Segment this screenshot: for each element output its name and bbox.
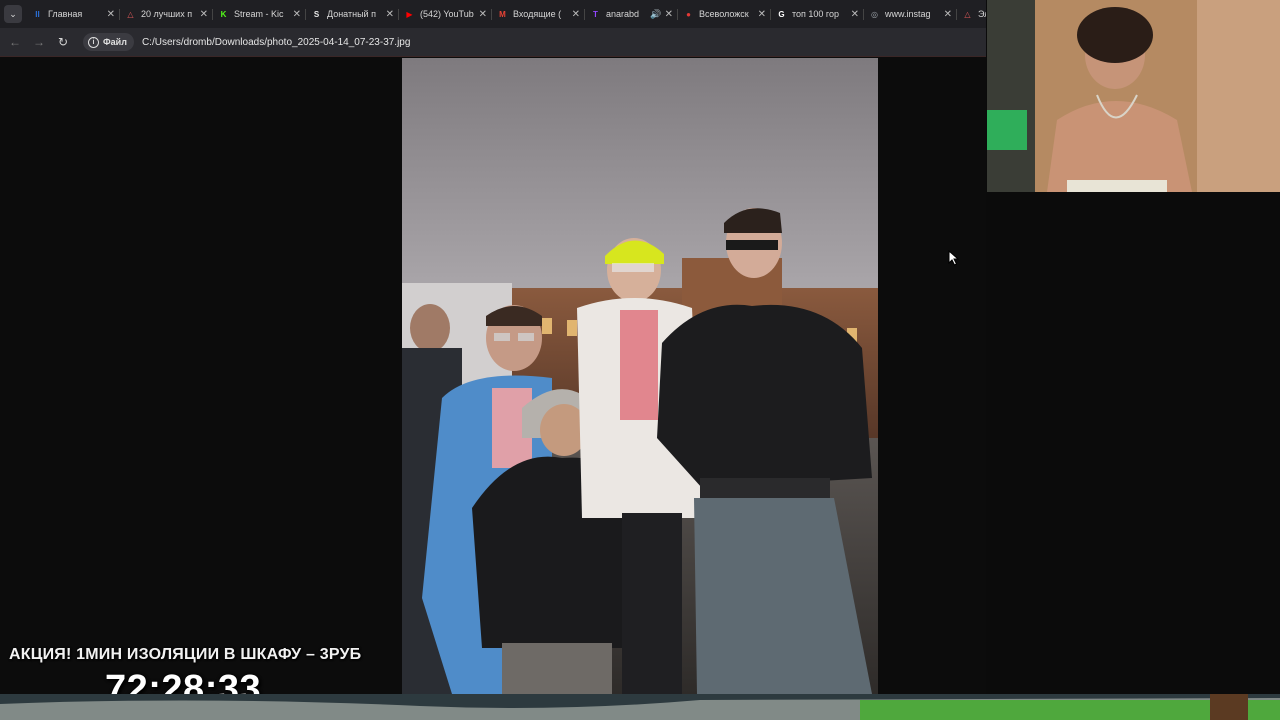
close-icon[interactable]: ✕ [479,9,487,20]
close-icon[interactable]: ✕ [386,9,394,20]
kick-icon: K [220,9,227,19]
webcam-feed [987,0,1280,192]
tab[interactable]: S Донатный п ✕ [305,3,398,25]
image-viewer [0,57,986,694]
tab[interactable]: ◎ www.instag ✕ [863,3,956,25]
tab-title: Элит [978,9,986,19]
tab-title: топ 100 гор [792,9,840,19]
s-logo-icon: S [313,9,320,19]
back-arrow-icon[interactable]: ← [3,35,27,49]
tab[interactable]: ● Всеволожск ✕ [677,3,770,25]
close-icon[interactable]: ✕ [758,9,766,20]
tab-title: Stream - Kic [234,9,284,19]
tab[interactable]: Gтоп 100 гор ✕ [770,3,863,25]
warning-icon: △ [964,9,971,19]
tab[interactable]: ▶ (542) YouTub ✕ [398,3,491,25]
promo-banner: АКЦИЯ! 1МИН ИЗОЛЯЦИИ В ШКАФУ – 3РУБ [9,646,362,663]
close-icon[interactable]: ✕ [572,9,580,20]
mouse-cursor-icon [948,250,960,266]
reload-icon[interactable]: ↻ [51,35,75,49]
forward-arrow-icon[interactable]: → [27,35,51,49]
close-icon[interactable]: ✕ [851,9,859,20]
close-icon[interactable]: ✕ [200,9,208,20]
window-icon: II [35,9,40,19]
tab[interactable]: K Stream - Kic ✕ [212,3,305,25]
tab-title: www.instag [885,9,931,19]
tab-search-chevron-icon[interactable]: ⌄ [4,5,22,23]
youtube-icon: ▶ [406,9,413,19]
site-info-label: Файл [103,37,127,47]
toolbar: ← → ↻ i Файл C:/Users/dromb/Downloads/ph… [0,28,986,57]
tab-title: Входящие ( [513,9,562,19]
url-text[interactable]: C:/Users/dromb/Downloads/photo_2025-04-1… [142,37,411,48]
grass-strip [0,694,1280,720]
tab-title: Донатный п [327,9,376,19]
tab[interactable]: △Элит✕ [956,3,986,25]
google-icon: G [778,9,785,19]
close-icon[interactable]: ✕ [665,9,673,20]
close-icon[interactable]: ✕ [107,9,115,20]
map-pin-icon: ● [686,9,691,19]
tab-title: Главная [48,9,83,19]
group-photo [402,58,878,694]
tab-title: (542) YouTub [420,9,474,19]
tab-title: Всеволожск [699,9,749,19]
tab[interactable]: △ 20 лучших п ✕ [119,3,212,25]
tab[interactable]: M Входящие ( ✕ [491,3,584,25]
tab-title: 20 лучших п [141,9,193,19]
tab-title: anarabd [606,9,640,19]
warning-icon: △ [127,9,134,19]
tabs-container: II Главная ✕ △ 20 лучших п ✕ K Stream - Kic ✕ S До… [26,3,986,25]
gmail-icon: M [499,9,506,19]
close-icon[interactable]: ✕ [944,9,952,20]
globe-icon: ◎ [871,9,878,19]
tab[interactable]: II Главная ✕ [26,3,119,25]
twitch-icon: T [593,9,598,19]
tab-strip: ⌄ II Главная ✕ △ 20 лучших п ✕ K Stream - Kic ✕ S… [0,0,986,28]
site-info-chip[interactable]: i Файл [83,33,134,51]
speaker-icon[interactable]: 🔊 [650,9,661,20]
info-icon: i [88,36,99,48]
tab[interactable]: Tanarabd 🔊 ✕ [584,3,677,25]
close-icon[interactable]: ✕ [293,9,301,20]
address-bar[interactable]: i Файл C:/Users/dromb/Downloads/photo_20… [83,32,410,52]
